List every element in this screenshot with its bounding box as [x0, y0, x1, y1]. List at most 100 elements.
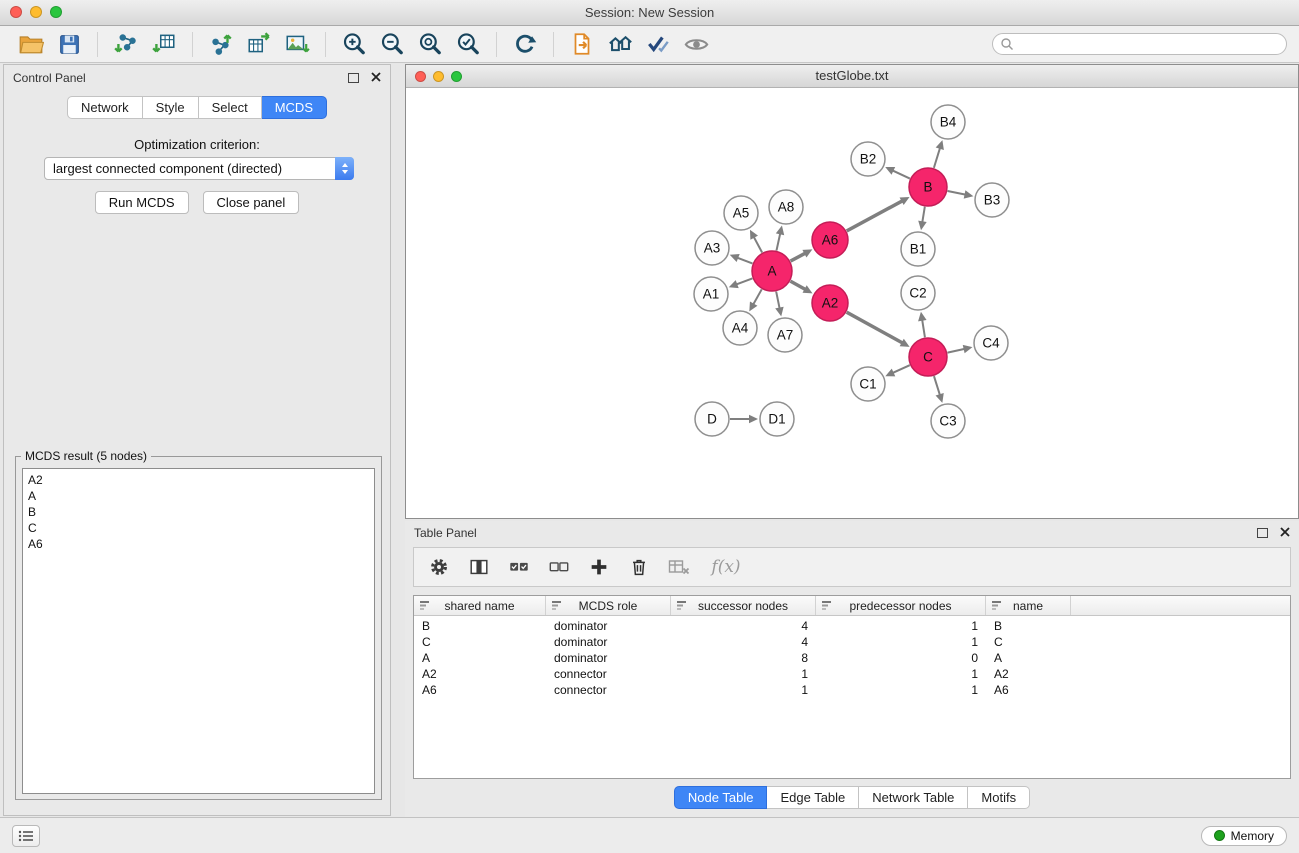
zoom-fit-button[interactable] — [411, 29, 449, 60]
column-header-successor-nodes[interactable]: successor nodes — [671, 596, 816, 615]
tab-node-table[interactable]: Node Table — [674, 786, 768, 809]
run-mcds-button[interactable]: Run MCDS — [95, 191, 189, 214]
close-table-panel-icon[interactable] — [1280, 526, 1290, 540]
graph-edge-A2-C[interactable] — [847, 312, 910, 347]
graph-edge-B-B4[interactable] — [934, 140, 944, 168]
zoom-out-button[interactable] — [373, 29, 411, 60]
graph-node-B[interactable]: B — [909, 168, 947, 206]
network-close-button[interactable] — [415, 71, 426, 82]
graph-node-A8[interactable]: A8 — [769, 190, 803, 224]
zoom-in-button[interactable] — [335, 29, 373, 60]
select-all-columns-button[interactable] — [502, 551, 536, 583]
mcds-result-item[interactable]: A6 — [28, 536, 369, 552]
graph-node-A6[interactable]: A6 — [812, 222, 848, 258]
show-columns-button[interactable] — [462, 551, 496, 583]
network-window-titlebar[interactable]: testGlobe.txt — [406, 65, 1298, 88]
graph-edge-A-A5[interactable] — [750, 230, 762, 253]
network-minimize-button[interactable] — [433, 71, 444, 82]
graph-edge-A-A8[interactable] — [776, 226, 784, 251]
tab-network-table[interactable]: Network Table — [859, 786, 968, 809]
column-header-name[interactable]: name — [986, 596, 1071, 615]
graph-node-A[interactable]: A — [752, 251, 792, 291]
tab-network[interactable]: Network — [67, 96, 143, 119]
graph-node-C1[interactable]: C1 — [851, 367, 885, 401]
open-file-button[interactable] — [12, 29, 50, 60]
memory-button[interactable]: Memory — [1201, 826, 1287, 846]
mcds-result-item[interactable]: A — [28, 488, 369, 504]
zoom-window-button[interactable] — [50, 6, 62, 18]
export-image-button[interactable] — [278, 29, 316, 60]
tab-style[interactable]: Style — [143, 96, 199, 119]
task-history-button[interactable] — [12, 825, 40, 847]
delete-table-button[interactable] — [662, 551, 696, 583]
import-table-button[interactable] — [145, 29, 183, 60]
graph-node-B1[interactable]: B1 — [901, 232, 935, 266]
graph-node-D1[interactable]: D1 — [760, 402, 794, 436]
show-hide-details-button[interactable] — [677, 29, 715, 60]
graph-edge-B-B3[interactable] — [948, 190, 974, 198]
table-row[interactable]: Adominator80A — [414, 650, 1290, 666]
graph-edge-B-B2[interactable] — [885, 167, 910, 179]
graph-edge-A-A6[interactable] — [791, 249, 813, 261]
graph-node-C3[interactable]: C3 — [931, 404, 965, 438]
close-panel-icon[interactable] — [371, 71, 381, 85]
network-overview-button[interactable] — [601, 29, 639, 60]
criterion-dropdown[interactable]: largest connected component (directed) — [44, 157, 354, 180]
graph-node-D[interactable]: D — [695, 402, 729, 436]
graph-edge-A-A1[interactable] — [729, 278, 753, 288]
graph-edge-C-C3[interactable] — [934, 376, 944, 403]
save-session-button[interactable] — [50, 29, 88, 60]
minimize-window-button[interactable] — [30, 6, 42, 18]
graph-edge-A6-B[interactable] — [847, 197, 910, 231]
column-header-shared-name[interactable]: shared name — [414, 596, 546, 615]
add-column-button[interactable] — [582, 551, 616, 583]
apply-layout-button[interactable] — [506, 29, 544, 60]
window-titlebar[interactable]: Session: New Session — [0, 0, 1299, 26]
graph-edge-B-B1[interactable] — [918, 207, 926, 230]
graph-edge-C-C2[interactable] — [918, 312, 926, 337]
column-header-mcds-role[interactable]: MCDS role — [546, 596, 671, 615]
graphics-details-button[interactable] — [639, 29, 677, 60]
graph-edge-C-C4[interactable] — [948, 345, 973, 353]
export-network-button[interactable] — [202, 29, 240, 60]
graph-edge-D-D1[interactable] — [730, 415, 758, 424]
tab-motifs[interactable]: Motifs — [968, 786, 1030, 809]
mcds-result-item[interactable]: A2 — [28, 472, 369, 488]
tab-edge-table[interactable]: Edge Table — [767, 786, 859, 809]
graph-node-A1[interactable]: A1 — [694, 277, 728, 311]
table-row[interactable]: A6connector11A6 — [414, 682, 1290, 698]
tab-select[interactable]: Select — [199, 96, 262, 119]
graph-node-A4[interactable]: A4 — [723, 311, 757, 345]
close-window-button[interactable] — [10, 6, 22, 18]
graph-node-A5[interactable]: A5 — [724, 196, 758, 230]
function-builder-button[interactable]: f(x) — [702, 551, 750, 583]
float-panel-icon[interactable] — [348, 73, 359, 83]
float-table-panel-icon[interactable] — [1257, 528, 1268, 538]
graph-node-A7[interactable]: A7 — [768, 318, 802, 352]
graph-node-A3[interactable]: A3 — [695, 231, 729, 265]
graph-edge-A-A7[interactable] — [775, 292, 783, 317]
graph-edge-A-A2[interactable] — [790, 281, 812, 293]
graph-edge-A-A4[interactable] — [749, 289, 761, 311]
deselect-all-columns-button[interactable] — [542, 551, 576, 583]
graph-node-C4[interactable]: C4 — [974, 326, 1008, 360]
delete-column-button[interactable] — [622, 551, 656, 583]
export-document-button[interactable] — [563, 29, 601, 60]
import-network-button[interactable] — [107, 29, 145, 60]
graph-edge-A-A3[interactable] — [730, 254, 753, 263]
tab-mcds[interactable]: MCDS — [262, 96, 327, 119]
search-input[interactable] — [992, 33, 1287, 55]
export-table-button[interactable] — [240, 29, 278, 60]
network-canvas[interactable]: B4B2BB3A5A8A6A3B1AA1C2A2A4A7CC4C1C3DD1 — [406, 88, 1298, 518]
mcds-result-item[interactable]: B — [28, 504, 369, 520]
graph-node-B3[interactable]: B3 — [975, 183, 1009, 217]
close-panel-button[interactable]: Close panel — [203, 191, 300, 214]
table-row[interactable]: A2connector11A2 — [414, 666, 1290, 682]
graph-node-C[interactable]: C — [909, 338, 947, 376]
network-zoom-button[interactable] — [451, 71, 462, 82]
mcds-result-item[interactable]: C — [28, 520, 369, 536]
graph-node-C2[interactable]: C2 — [901, 276, 935, 310]
graph-node-B2[interactable]: B2 — [851, 142, 885, 176]
graph-edge-C-C1[interactable] — [885, 365, 909, 376]
graph-node-A2[interactable]: A2 — [812, 285, 848, 321]
